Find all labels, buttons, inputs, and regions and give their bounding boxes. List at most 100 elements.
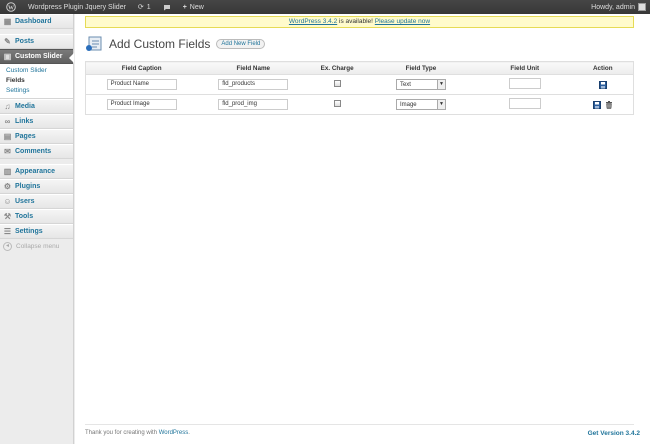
table-header-row: Field Caption Field Name Ex. Charge Fiel…: [85, 61, 634, 75]
tools-icon: ⚒: [3, 212, 12, 221]
field-type-value: Image: [399, 101, 417, 108]
appearance-icon: ▥: [3, 167, 12, 176]
sidebar-item-media[interactable]: ♫ Media: [0, 99, 73, 114]
sidebar-item-plugins[interactable]: ⚙ Plugins: [0, 179, 73, 194]
update-notice: WordPress 3.4.2 is available! Please upd…: [85, 16, 634, 28]
field-name-input[interactable]: fld_products: [218, 79, 289, 90]
sidebar-item-label: Dashboard: [15, 18, 52, 25]
trash-icon[interactable]: [605, 100, 613, 109]
notice-text: is available!: [337, 18, 375, 25]
avatar: [638, 3, 646, 11]
sidebar-item-label: Tools: [15, 213, 34, 220]
refresh-icon: ⟳: [137, 4, 144, 11]
admin-bar: W Wordpress Plugin Jquery Slider ⟳ 1 + N…: [0, 0, 650, 14]
field-caption-input[interactable]: Product Name: [106, 79, 177, 90]
column-header-field-type: Field Type: [365, 61, 477, 75]
new-label: New: [189, 3, 204, 11]
sidebar-item-label: Appearance: [15, 168, 56, 175]
comments-bubble-icon[interactable]: [157, 0, 177, 14]
new-content-button[interactable]: + New: [177, 0, 210, 14]
collapse-arrow-icon: ◂: [3, 241, 12, 251]
column-header-field-unit: Field Unit: [476, 61, 573, 75]
submenu-item-custom-slider[interactable]: Custom Slider: [6, 66, 73, 76]
sidebar-item-label: Comments: [15, 148, 52, 155]
sidebar-item-label: Settings: [15, 228, 43, 235]
collapse-menu-button[interactable]: ◂ Collapse menu: [0, 239, 73, 253]
sidebar-item-label: Custom Slider: [15, 53, 63, 60]
sidebar-item-appearance[interactable]: ▥ Appearance: [0, 164, 73, 179]
dropdown-arrow-icon: ▼: [436, 100, 445, 109]
page-title: Add Custom Fields: [109, 37, 211, 51]
footer-divider: [85, 424, 634, 425]
links-icon: ∞: [4, 117, 11, 126]
sidebar-item-label: Media: [15, 103, 35, 110]
posts-icon: ✎: [4, 37, 11, 46]
ex-charge-checkbox[interactable]: [333, 100, 341, 107]
field-caption-input[interactable]: Product Image: [106, 99, 177, 110]
plus-icon: +: [182, 3, 187, 11]
save-icon[interactable]: [592, 100, 601, 109]
pages-icon: ▤: [3, 132, 12, 141]
sidebar-item-links[interactable]: ∞ Links: [0, 114, 73, 129]
plugins-icon: ⚙: [3, 182, 12, 191]
ex-charge-checkbox[interactable]: [333, 80, 341, 87]
column-header-ex-charge: Ex. Charge: [309, 61, 366, 75]
submenu-item-settings[interactable]: Settings: [6, 86, 73, 96]
add-new-field-button[interactable]: Add New Field: [216, 39, 266, 49]
table-row: Product Name fld_products Text ▼: [85, 74, 634, 95]
comments-icon: ✉: [4, 147, 11, 156]
sidebar-item-label: Pages: [15, 133, 36, 140]
get-version-link[interactable]: Get Version 3.4.2: [588, 430, 640, 437]
footer-thanks: Thank you for creating with WordPress.: [85, 430, 190, 436]
custom-fields-icon: [86, 36, 102, 51]
footer-thanks-text: Thank you for creating with: [85, 430, 159, 436]
sidebar-item-dashboard[interactable]: ▦ Dashboard: [0, 14, 73, 29]
wordpress-version-link[interactable]: WordPress 3.4.2: [289, 18, 337, 25]
howdy-text: Howdy, admin: [591, 3, 635, 11]
sidebar-item-comments[interactable]: ✉ Comments: [0, 144, 73, 159]
main-content: WordPress 3.4.2 is available! Please upd…: [75, 14, 650, 444]
users-icon: ☺: [3, 197, 12, 206]
wordpress-link[interactable]: WordPress: [159, 430, 189, 436]
updates-count: 1: [146, 3, 151, 11]
sidebar-item-users[interactable]: ☺ Users: [0, 194, 73, 209]
submenu-item-fields[interactable]: Fields: [6, 76, 73, 86]
custom-fields-table: Field Caption Field Name Ex. Charge Fiel…: [85, 61, 634, 115]
column-header-action: Action: [572, 61, 634, 75]
field-type-value: Text: [399, 81, 411, 88]
sidebar-item-label: Users: [15, 198, 35, 205]
page-header: Add Custom Fields Add New Field: [85, 36, 266, 52]
sidebar-item-pages[interactable]: ▤ Pages: [0, 129, 73, 144]
admin-sidebar: ▦ Dashboard ✎ Posts ▣ Custom Slider Cust…: [0, 14, 74, 444]
sidebar-item-posts[interactable]: ✎ Posts: [0, 34, 73, 49]
table-row: Product Image fld_prod_img Image ▼: [85, 94, 634, 115]
sidebar-item-label: Posts: [15, 38, 35, 45]
sidebar-item-custom-slider[interactable]: ▣ Custom Slider: [0, 49, 74, 64]
sidebar-item-tools[interactable]: ⚒ Tools: [0, 209, 73, 224]
save-icon[interactable]: [598, 80, 607, 89]
svg-text:W: W: [8, 5, 14, 11]
field-unit-input[interactable]: [508, 98, 541, 109]
column-header-field-caption: Field Caption: [85, 61, 198, 75]
media-icon: ♫: [4, 102, 11, 111]
collapse-label: Collapse menu: [16, 242, 60, 250]
field-type-select[interactable]: Image ▼: [395, 99, 446, 110]
account-menu[interactable]: Howdy, admin: [585, 0, 650, 14]
sidebar-item-label: Plugins: [15, 183, 41, 190]
settings-icon: ☰: [3, 227, 12, 236]
slider-icon: ▣: [3, 52, 12, 61]
column-header-field-name: Field Name: [197, 61, 310, 75]
field-type-select[interactable]: Text ▼: [395, 79, 446, 90]
site-name-link[interactable]: Wordpress Plugin Jquery Slider: [22, 0, 132, 14]
footer-period: .: [188, 430, 190, 436]
sidebar-item-settings[interactable]: ☰ Settings: [0, 224, 73, 239]
sidebar-item-label: Links: [15, 118, 34, 125]
dropdown-arrow-icon: ▼: [436, 80, 445, 89]
wordpress-logo-icon[interactable]: W: [0, 0, 22, 14]
field-unit-input[interactable]: [508, 78, 541, 89]
field-name-input[interactable]: fld_prod_img: [218, 99, 289, 110]
dashboard-icon: ▦: [3, 17, 12, 26]
update-now-link[interactable]: Please update now: [375, 18, 430, 25]
custom-slider-submenu: Custom Slider Fields Settings: [0, 64, 73, 99]
updates-button[interactable]: ⟳ 1: [132, 0, 157, 14]
